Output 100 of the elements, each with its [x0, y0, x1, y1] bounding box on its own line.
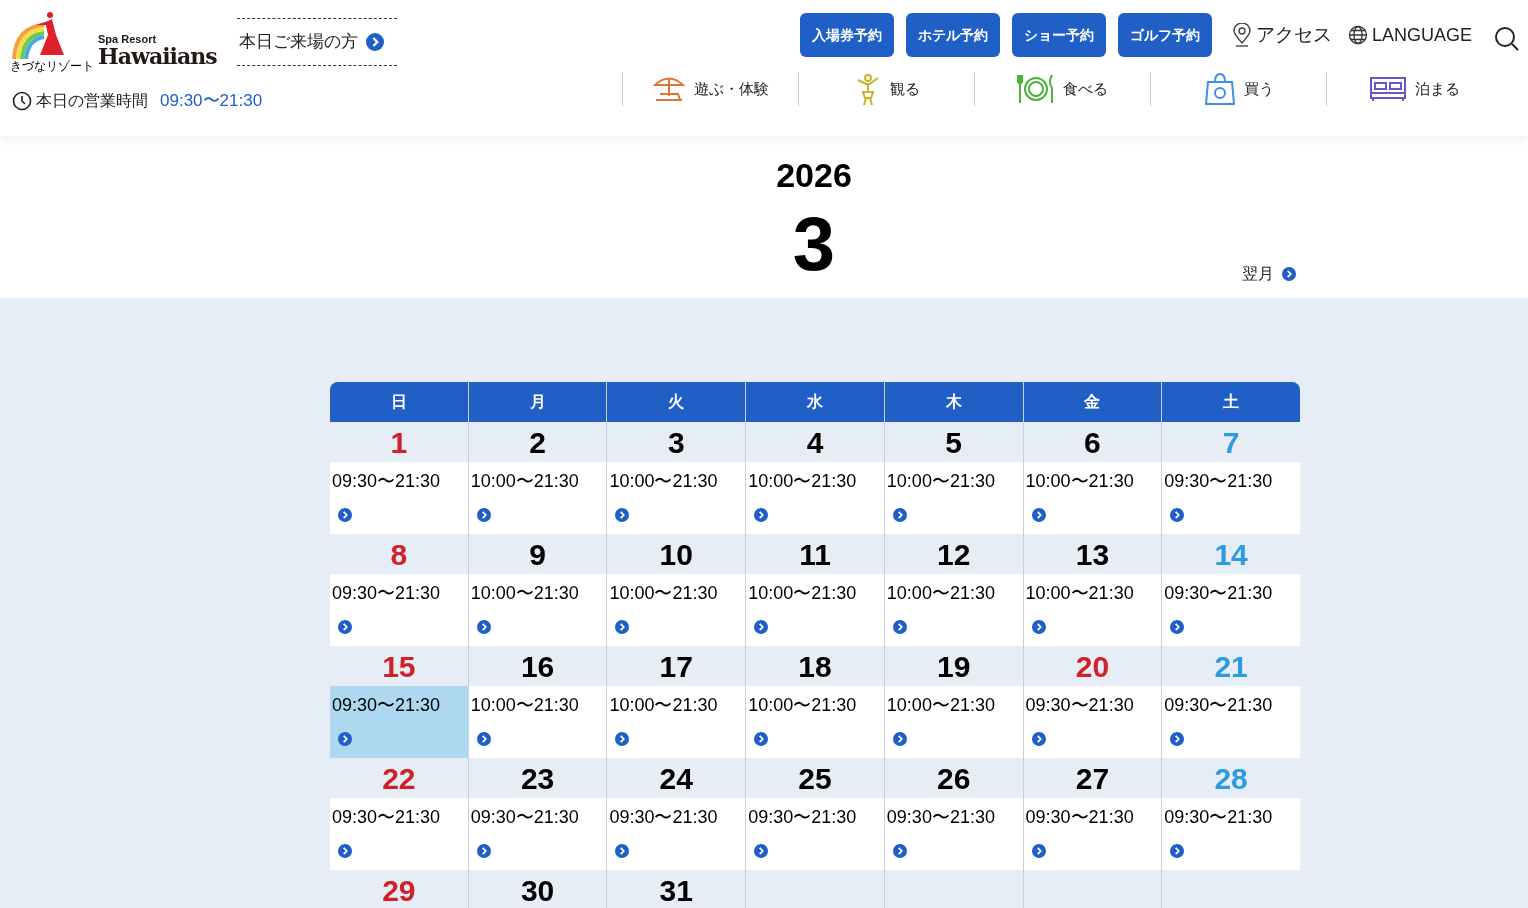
day-hours-cell[interactable]: 10:00〜21:30 [1023, 462, 1162, 534]
chevron-circle-icon[interactable] [1170, 732, 1185, 746]
chevron-circle-icon[interactable] [754, 508, 769, 522]
day-number: 27 [1075, 760, 1110, 797]
day-hours-cell[interactable]: 09:30〜21:30 [1023, 798, 1162, 870]
chevron-circle-icon[interactable] [476, 732, 491, 746]
opening-hours: 10:00〜21:30 [886, 470, 995, 493]
day-hours-cell[interactable]: 09:30〜21:30 [607, 798, 746, 870]
hours-label: 本日の営業時間 [36, 90, 148, 111]
chevron-circle-icon[interactable] [476, 508, 491, 522]
day-number: 20 [1075, 648, 1110, 685]
chevron-circle-icon[interactable] [754, 844, 769, 858]
plate-cutlery-icon [1017, 72, 1055, 106]
chevron-circle-icon[interactable] [1282, 267, 1296, 281]
category-nav-link[interactable]: 食べる [974, 72, 1150, 106]
day-hours-cell[interactable]: 10:00〜21:30 [607, 574, 746, 646]
day-hours-cell[interactable]: 10:00〜21:30 [468, 462, 607, 534]
chevron-circle-icon[interactable] [754, 732, 769, 746]
day-hours-cell[interactable]: 10:00〜21:30 [746, 462, 884, 534]
chevron-circle-icon[interactable] [1170, 620, 1185, 634]
day-hours-cell[interactable]: 10:00〜21:30 [746, 686, 884, 758]
day-hours-cell[interactable]: 09:30〜21:30 [1162, 798, 1300, 870]
day-number: 28 [1214, 760, 1248, 797]
category-nav-link[interactable]: 買う [1150, 72, 1326, 106]
access-link[interactable]: アクセス [1231, 20, 1332, 50]
booking-button[interactable]: ホテル予約 [905, 13, 1000, 57]
weekday-header: 土 [1162, 382, 1300, 422]
day-hours-cell[interactable]: 09:30〜21:30 [330, 798, 468, 870]
day-number: 9 [529, 536, 546, 573]
chevron-circle-icon[interactable] [338, 508, 352, 522]
category-nav-link[interactable]: 遊ぶ・体験 [622, 72, 798, 106]
opening-hours: 10:00〜21:30 [470, 694, 579, 717]
chevron-circle-icon[interactable] [615, 732, 630, 746]
visitor-link[interactable]: 本日ご来場の方 [236, 18, 397, 66]
opening-hours: 09:30〜21:30 [748, 806, 857, 829]
day-hours-cell[interactable]: 09:30〜21:30 [1162, 686, 1300, 758]
chevron-circle-icon[interactable] [1170, 508, 1185, 522]
day-hours-cell[interactable]: 09:30〜21:30 [330, 574, 468, 646]
chevron-circle-icon[interactable] [338, 620, 352, 634]
day-number: 30 [520, 872, 555, 908]
opening-hours: 10:00〜21:30 [609, 694, 718, 717]
booking-button[interactable]: ショー予約 [1011, 13, 1106, 57]
day-hours-cell[interactable]: 09:30〜21:30 [1162, 574, 1300, 646]
clock-icon [12, 90, 32, 111]
day-hours-cell[interactable]: 09:30〜21:30 [1023, 686, 1162, 758]
day-hours-cell[interactable]: 10:00〜21:30 [607, 462, 746, 534]
day-number: 5 [945, 424, 963, 461]
day-hours-cell[interactable]: 10:00〜21:30 [607, 686, 746, 758]
chevron-circle-icon[interactable] [892, 620, 907, 634]
chevron-circle-icon[interactable] [1170, 844, 1185, 858]
day-hours-cell[interactable]: 09:30〜21:30 [746, 798, 884, 870]
day-hours-cell[interactable]: 10:00〜21:30 [468, 686, 607, 758]
language-link[interactable]: LANGUAGE [1347, 21, 1472, 49]
day-hours-cell[interactable]: 10:00〜21:30 [746, 574, 884, 646]
resort-logo[interactable]: きづなリゾート Spa Resort Hawaiians [10, 11, 217, 73]
category-nav-link[interactable]: 泊まる [1326, 72, 1502, 106]
day-hours-cell[interactable]: 10:00〜21:30 [884, 462, 1023, 534]
chevron-circle-icon[interactable] [338, 732, 352, 746]
chevron-circle-icon[interactable] [892, 844, 907, 858]
day-hours-cell[interactable]: 10:00〜21:30 [1023, 574, 1162, 646]
chevron-circle-icon[interactable] [1031, 732, 1046, 746]
day-number: 1 [390, 424, 408, 461]
day-hours-cell[interactable]: 09:30〜21:30 [884, 798, 1023, 870]
chevron-circle-icon[interactable] [615, 508, 630, 522]
chevron-circle-icon[interactable] [892, 508, 907, 522]
opening-hours: 10:00〜21:30 [886, 694, 995, 717]
chevron-circle-icon[interactable] [338, 844, 352, 858]
opening-hours: 09:30〜21:30 [332, 694, 441, 717]
category-nav-link[interactable]: 観る [798, 72, 974, 106]
day-number: 18 [798, 648, 832, 685]
map-pin-icon [1231, 23, 1252, 47]
day-hours-cell[interactable]: 10:00〜21:30 [884, 686, 1023, 758]
day-hours-cell[interactable]: 09:30〜21:30 [468, 798, 607, 870]
next-month-link[interactable]: 翌月 [1242, 262, 1296, 286]
booking-button[interactable]: ゴルフ予約 [1117, 13, 1212, 57]
chevron-circle-icon[interactable] [615, 844, 630, 858]
day-hours-cell[interactable]: 09:30〜21:30 [1162, 462, 1300, 534]
opening-hours: 10:00〜21:30 [748, 582, 857, 605]
day-hours-cell[interactable]: 10:00〜21:30 [468, 574, 607, 646]
opening-hours: 09:30〜21:30 [332, 582, 441, 605]
chevron-circle-icon[interactable] [365, 33, 384, 51]
opening-hours: 10:00〜21:30 [1025, 582, 1134, 605]
chevron-circle-icon[interactable] [1031, 508, 1046, 522]
chevron-circle-icon[interactable] [754, 620, 769, 634]
chevron-circle-icon[interactable] [615, 620, 630, 634]
chevron-circle-icon[interactable] [892, 732, 907, 746]
day-number: 12 [937, 536, 971, 573]
chevron-circle-icon[interactable] [476, 844, 491, 858]
logo-wordmark: Hawaiians [98, 45, 217, 67]
chevron-circle-icon[interactable] [1031, 844, 1046, 858]
month-heading: 3 [792, 206, 836, 282]
day-hours-cell[interactable]: 09:30〜21:30 [330, 686, 468, 758]
day-hours-cell[interactable]: 10:00〜21:30 [884, 574, 1023, 646]
search-icon[interactable] [1494, 26, 1520, 52]
chevron-circle-icon[interactable] [1031, 620, 1046, 634]
day-number: 21 [1214, 648, 1248, 685]
booking-button[interactable]: 入場券予約 [799, 13, 894, 57]
day-hours-cell[interactable]: 09:30〜21:30 [330, 462, 468, 534]
day-number: 2 [529, 424, 546, 461]
chevron-circle-icon[interactable] [476, 620, 491, 634]
